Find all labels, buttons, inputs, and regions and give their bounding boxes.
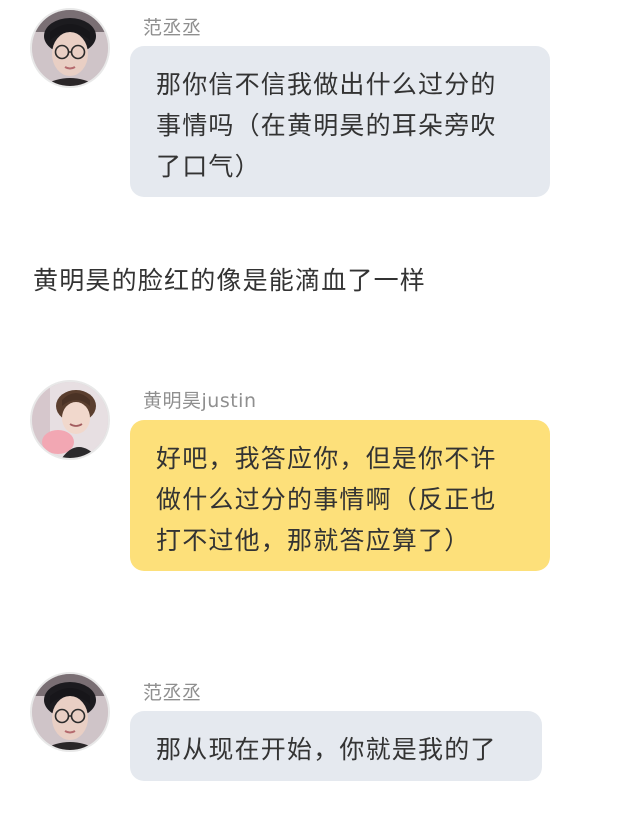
message-line: 了口气）: [156, 152, 261, 181]
narration-text: 黄明昊的脸红的像是能滴血了一样: [33, 266, 427, 295]
message-line: 好吧，我答应你，但是你不许: [156, 444, 497, 473]
sender-name: 黄明昊justin: [143, 390, 257, 412]
message-line: 事情吗（在黄明昊的耳朵旁吹: [156, 111, 497, 140]
avatar[interactable]: [30, 380, 110, 460]
avatar-glasses-boy-icon: [32, 674, 108, 750]
message-bubble[interactable]: 那从现在开始，你就是我的了: [130, 711, 542, 781]
message-line: 那你信不信我做出什么过分的: [156, 70, 497, 99]
message-bubble[interactable]: 那你信不信我做出什么过分的 事情吗（在黄明昊的耳朵旁吹 了口气）: [130, 46, 550, 197]
message-line: 做什么过分的事情啊（反正也: [156, 485, 497, 514]
sender-name: 范丞丞: [143, 17, 202, 39]
message-line: 那从现在开始，你就是我的了: [156, 735, 497, 764]
avatar-smiling-boy-icon: [32, 382, 108, 458]
message-bubble[interactable]: 好吧，我答应你，但是你不许 做什么过分的事情啊（反正也 打不过他，那就答应算了）: [130, 420, 550, 571]
avatar[interactable]: [30, 8, 110, 88]
sender-name: 范丞丞: [143, 682, 202, 704]
avatar-glasses-boy-icon: [32, 10, 108, 86]
avatar[interactable]: [30, 672, 110, 752]
message-line: 打不过他，那就答应算了）: [156, 526, 471, 555]
